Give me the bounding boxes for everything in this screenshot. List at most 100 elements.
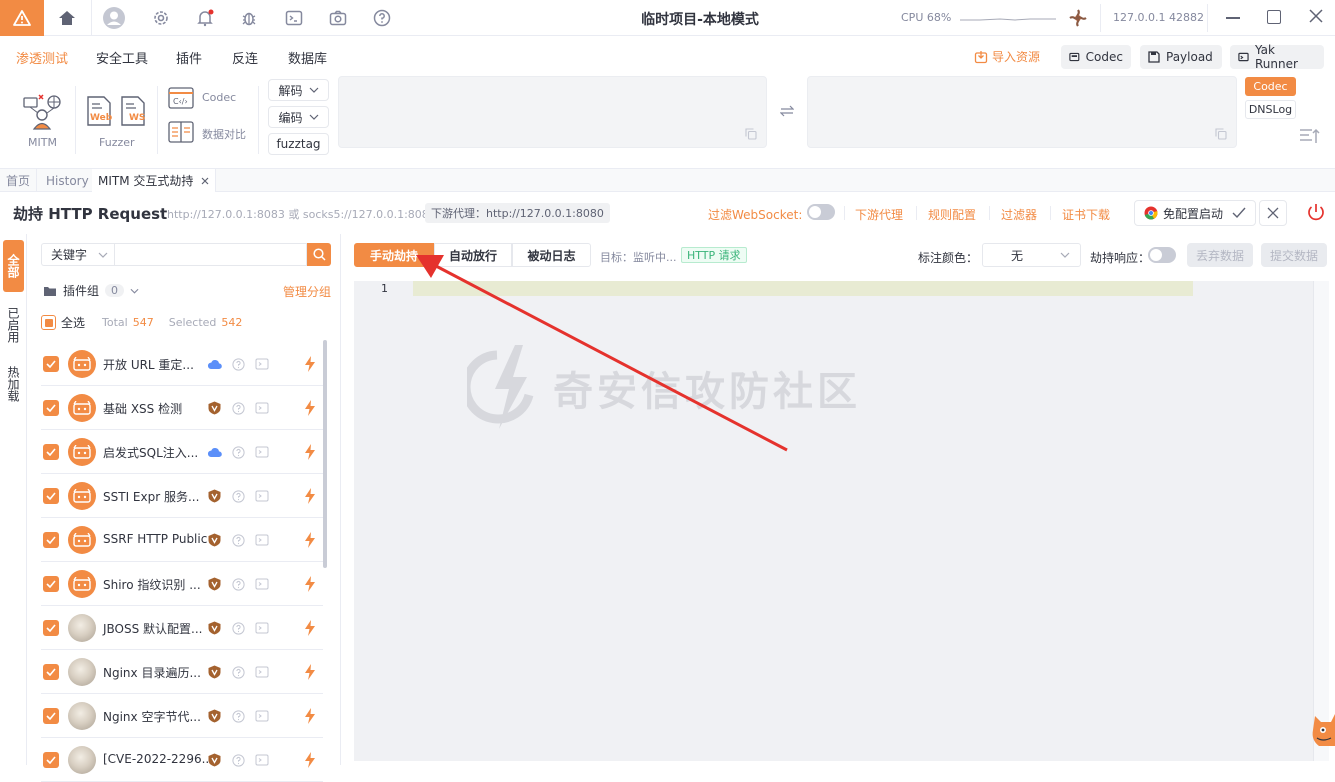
code-view-icon[interactable] (254, 708, 270, 724)
codec-quick-button[interactable]: Codec (1061, 45, 1131, 69)
hot-patch-lightning-icon[interactable] (302, 752, 318, 768)
hot-patch-lightning-icon[interactable] (302, 620, 318, 636)
plugin-list-item[interactable]: [CVE-2022-2296... (41, 738, 323, 782)
code-view-icon[interactable] (254, 576, 270, 592)
code-view-icon[interactable] (254, 400, 270, 416)
side-codec-tab[interactable]: Codec (1245, 77, 1296, 96)
hot-patch-lightning-icon[interactable] (302, 708, 318, 724)
code-view-icon[interactable] (254, 664, 270, 680)
collapse-toolbox-icon[interactable] (1299, 127, 1321, 148)
copy-icon[interactable] (1215, 128, 1227, 140)
yak-runner-button[interactable]: Yak Runner (1230, 43, 1324, 71)
plugin-checkbox[interactable] (43, 356, 59, 372)
encode-dropdown[interactable]: 编码 (268, 106, 329, 128)
plugin-checkbox[interactable] (43, 488, 59, 504)
filter-link[interactable]: 过滤器 (1001, 206, 1037, 223)
manual-hijack-tab[interactable]: 手动劫持 (354, 243, 434, 267)
close-browser-button[interactable] (1259, 200, 1287, 226)
help-circle-icon[interactable] (230, 356, 246, 372)
plugin-checkbox[interactable] (43, 400, 59, 416)
stop-hijack-power-icon[interactable] (1306, 202, 1326, 225)
code-view-icon[interactable] (254, 532, 270, 548)
discard-data-button[interactable]: 丢弃数据 (1187, 243, 1253, 267)
code-view-icon[interactable] (254, 444, 270, 460)
chrome-launch-button[interactable]: 免配置启动 (1134, 200, 1256, 226)
plugin-list-item[interactable]: 基础 XSS 检测 (41, 386, 323, 430)
plugin-group-select[interactable]: 插件组 0 (43, 282, 139, 299)
codec-input-area[interactable] (338, 76, 767, 148)
vtab-enabled[interactable]: 已启用 (3, 298, 24, 352)
plugin-list-item[interactable]: Nginx 空字节代... (41, 694, 323, 738)
mascot-icon[interactable] (1311, 712, 1335, 746)
tab-home[interactable]: 首页 (0, 169, 38, 192)
swap-arrows-icon[interactable] (779, 105, 795, 120)
plugin-list-item[interactable]: Shiro 指纹识别 ... (41, 562, 323, 606)
plugin-list-item[interactable]: SSRF HTTP Public (41, 518, 323, 562)
cert-download-link[interactable]: 证书下载 (1062, 206, 1110, 223)
menu-pentest[interactable]: 渗透测试 (16, 48, 68, 67)
hot-patch-lightning-icon[interactable] (302, 576, 318, 592)
downstream-proxy-link[interactable]: 下游代理 (855, 206, 903, 223)
help-circle-icon[interactable] (230, 664, 246, 680)
passive-log-tab[interactable]: 被动日志 (512, 243, 591, 267)
plugin-checkbox[interactable] (43, 620, 59, 636)
close-window-icon[interactable] (1308, 8, 1324, 27)
plugin-list-item[interactable]: SSTI Expr 服务... (41, 474, 323, 518)
editor-scrollbar[interactable] (1313, 281, 1329, 761)
search-type-select[interactable]: 关键字 (41, 243, 114, 266)
submit-data-button[interactable]: 提交数据 (1261, 243, 1327, 267)
tab-mitm[interactable]: MITM 交互式劫持 (92, 169, 217, 192)
hot-patch-lightning-icon[interactable] (302, 488, 318, 504)
plugin-list-item[interactable]: Nginx 目录遍历... (41, 650, 323, 694)
help-circle-icon[interactable] (230, 532, 246, 548)
plugin-list-scrollbar[interactable] (323, 340, 327, 568)
auto-pass-tab[interactable]: 自动放行 (434, 243, 512, 267)
engine-status-icon[interactable] (1068, 8, 1088, 28)
search-button[interactable] (307, 243, 331, 266)
maximize-icon[interactable] (1267, 10, 1281, 24)
plugin-list-item[interactable]: JBOSS 默认配置... (41, 606, 323, 650)
ws-fuzzer-button[interactable]: WS (120, 96, 146, 126)
menu-plugins[interactable]: 插件 (176, 48, 202, 67)
decode-dropdown[interactable]: 解码 (268, 79, 329, 101)
plugin-checkbox[interactable] (43, 532, 59, 548)
menu-database[interactable]: 数据库 (288, 48, 327, 67)
plugin-checkbox[interactable] (43, 576, 59, 592)
hot-patch-lightning-icon[interactable] (302, 356, 318, 372)
plugin-list-item[interactable]: 开放 URL 重定... (41, 342, 323, 386)
vtab-hot-reload[interactable]: 热加载 (3, 358, 24, 410)
data-compare-button[interactable] (168, 121, 194, 143)
menu-security-tools[interactable]: 安全工具 (96, 48, 148, 67)
mitm-tool-button[interactable] (20, 91, 64, 131)
tab-history[interactable]: History (40, 169, 96, 192)
hijack-response-toggle[interactable] (1148, 247, 1176, 263)
help-circle-icon[interactable] (230, 576, 246, 592)
plugin-checkbox[interactable] (43, 708, 59, 724)
plugin-checkbox[interactable] (43, 444, 59, 460)
codec-output-area[interactable] (807, 76, 1237, 148)
rule-config-link[interactable]: 规则配置 (928, 206, 976, 223)
plugin-checkbox[interactable] (43, 752, 59, 768)
filter-websocket-toggle[interactable] (807, 204, 835, 220)
select-all-checkbox[interactable] (41, 315, 56, 330)
fuzztag-button[interactable]: fuzztag (268, 133, 329, 155)
help-circle-icon[interactable] (230, 620, 246, 636)
plugin-checkbox[interactable] (43, 664, 59, 680)
close-tab-icon[interactable] (201, 177, 209, 185)
side-dnslog-tab[interactable]: DNSLog (1245, 100, 1296, 119)
mark-color-select[interactable]: 无 (982, 243, 1081, 267)
hot-patch-lightning-icon[interactable] (302, 444, 318, 460)
codec-tool-button[interactable]: C‹/› (168, 87, 194, 109)
help-circle-icon[interactable] (230, 488, 246, 504)
code-view-icon[interactable] (254, 620, 270, 636)
plugin-search-input[interactable] (114, 243, 307, 266)
help-circle-icon[interactable] (230, 752, 246, 768)
code-view-icon[interactable] (254, 752, 270, 768)
menu-reverse[interactable]: 反连 (232, 48, 258, 67)
help-circle-icon[interactable] (230, 708, 246, 724)
code-view-icon[interactable] (254, 356, 270, 372)
minimize-icon[interactable] (1226, 17, 1240, 19)
manage-group-link[interactable]: 管理分组 (283, 283, 331, 300)
web-fuzzer-button[interactable]: Web (86, 96, 112, 126)
hot-patch-lightning-icon[interactable] (302, 400, 318, 416)
